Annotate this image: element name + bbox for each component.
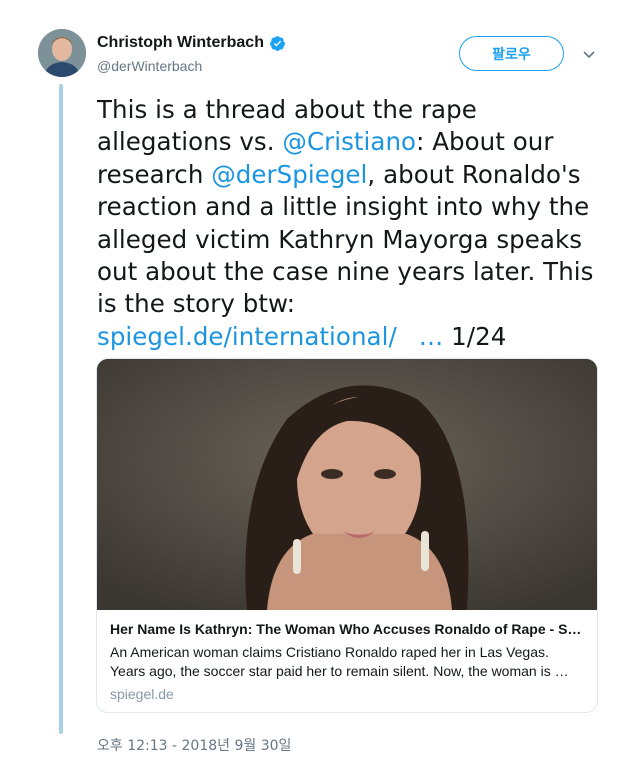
verified-badge-icon [269,35,286,52]
card-description-line: Years ago, the soccer star paid her to r… [110,663,569,679]
tweet-text-segment: , about Ronaldo's [367,159,581,189]
card-title[interactable]: Her Name Is Kathryn: The Woman Who Accus… [110,620,584,639]
author-handle[interactable]: @derWinterbach [97,58,202,74]
tweet-line: research @derSpiegel, about Ronaldo's [97,159,597,191]
display-name[interactable]: Christoph Winterbach [97,34,264,52]
tweet-line: is the story btw: [97,288,597,320]
card-thumbnail-image[interactable] [97,359,597,610]
tweet-line: reaction and a little insight into why t… [97,191,597,223]
mention-link-cristiano[interactable]: @Cristiano [282,127,416,156]
tweet-text-segment: alleged victim Kathryn Mayorga speaks [97,224,583,254]
tweet-timestamp[interactable]: 오후 12:13 - 2018년 9월 30일 [97,735,291,755]
card-description: An American woman claims Cristiano Ronal… [110,643,584,681]
tweet-text-segment: : About our [416,127,554,157]
card-domain: spiegel.de [110,686,174,702]
tweet-text-segment: allegations vs. [97,127,283,157]
tweet-line: spiegel.de/international/ … 1/24 [97,321,597,353]
link-preview-card[interactable]: Her Name Is Kathryn: The Woman Who Accus… [96,358,598,713]
tweet-line: This is a thread about the rape [97,94,597,126]
article-url-link[interactable]: spiegel.de/international/ [97,322,397,351]
mention-link-derspiegel[interactable]: @derSpiegel [211,160,367,189]
tweet-text-segment: is the story btw: [97,289,296,319]
tweet-text: This is a thread about the rape allegati… [97,94,597,353]
thread-counter: 1/24 [443,321,507,351]
tweet-line: allegations vs. @Cristiano: About our [97,126,597,158]
chevron-down-icon[interactable] [581,46,597,62]
follow-button[interactable]: 팔로우 [459,36,564,71]
thread-connector-line [59,84,63,734]
avatar[interactable] [38,29,86,77]
card-description-line: An American woman claims Cristiano Ronal… [110,644,549,660]
tweet-text-segment: reaction and a little insight into why t… [97,192,590,222]
tweet-text-segment: This is a thread about the rape [97,95,477,124]
author-name-row[interactable]: Christoph Winterbach [97,34,286,52]
tweet-text-segment: out about the case nine years later. Thi… [97,257,594,287]
url-ellipsis: … [418,321,444,351]
tweet-line: alleged victim Kathryn Mayorga speaks [97,224,597,256]
tweet-line: out about the case nine years later. Thi… [97,256,597,288]
tweet-text-segment: research [97,159,212,189]
card-body[interactable]: Her Name Is Kathryn: The Woman Who Accus… [97,610,597,704]
